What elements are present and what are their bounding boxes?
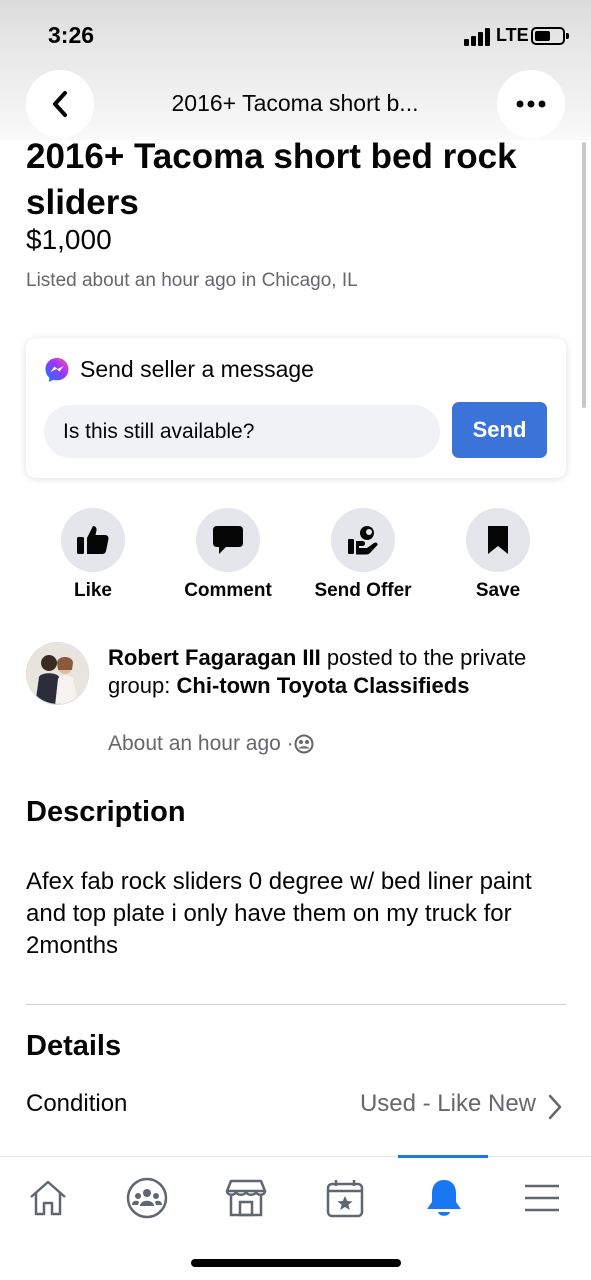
bookmark-icon bbox=[466, 508, 530, 572]
active-tab-indicator bbox=[398, 1155, 488, 1158]
group-name[interactable]: Chi-town Toyota Classifieds bbox=[177, 673, 470, 698]
message-seller-card: Send seller a message Is this still avai… bbox=[26, 338, 566, 478]
offer-icon bbox=[331, 508, 395, 572]
comment-button[interactable]: Comment bbox=[163, 508, 293, 602]
tab-notifications[interactable] bbox=[414, 1173, 474, 1223]
like-button[interactable]: Like bbox=[28, 508, 158, 602]
save-label: Save bbox=[475, 580, 521, 601]
menu-icon bbox=[525, 1184, 559, 1212]
tab-pages[interactable] bbox=[315, 1173, 375, 1223]
send-button[interactable]: Send bbox=[452, 402, 547, 458]
comment-label: Comment bbox=[184, 580, 272, 601]
description-heading: Description bbox=[26, 796, 186, 828]
post-time: About an hour ago · bbox=[108, 732, 314, 756]
message-input[interactable]: Is this still available? bbox=[44, 405, 440, 458]
marketplace-icon bbox=[225, 1179, 267, 1217]
thumbs-up-icon bbox=[61, 508, 125, 572]
seller-avatar[interactable] bbox=[26, 642, 89, 705]
groups-icon bbox=[126, 1177, 168, 1219]
signal-icon bbox=[464, 28, 492, 46]
details-heading: Details bbox=[26, 1030, 122, 1062]
private-group-icon bbox=[294, 734, 314, 754]
condition-label: Condition bbox=[26, 1090, 128, 1117]
top-header: 2016+ Tacoma short b... bbox=[0, 70, 591, 138]
tab-marketplace[interactable] bbox=[216, 1173, 276, 1223]
tab-home[interactable] bbox=[18, 1173, 78, 1223]
tab-groups[interactable] bbox=[117, 1173, 177, 1223]
message-heading: Send seller a message bbox=[44, 356, 314, 383]
author-name[interactable]: Robert Fagaragan III bbox=[108, 645, 321, 670]
home-icon bbox=[30, 1180, 66, 1216]
listing-price: $1,000 bbox=[26, 224, 112, 255]
more-options-button[interactable] bbox=[497, 70, 565, 138]
like-label: Like bbox=[73, 580, 113, 601]
post-info: Robert Fagaragan III posted to the priva… bbox=[26, 642, 566, 762]
action-row: Like Comment Send Offer Save bbox=[0, 508, 591, 608]
network-label: LTE bbox=[496, 25, 529, 45]
send-offer-button[interactable]: Send Offer bbox=[298, 508, 428, 602]
header-title: 2016+ Tacoma short b... bbox=[171, 90, 419, 116]
tab-menu[interactable] bbox=[512, 1173, 572, 1223]
listing-title: 2016+ Tacoma short bed rock sliders bbox=[26, 137, 517, 222]
battery-icon bbox=[531, 27, 569, 45]
status-time: 3:26 bbox=[48, 22, 95, 48]
message-heading-label: Send seller a message bbox=[80, 356, 314, 382]
notifications-icon bbox=[427, 1180, 461, 1216]
status-bar: 3:26 LTE bbox=[0, 0, 591, 70]
home-indicator bbox=[191, 1259, 401, 1267]
condition-row[interactable]: Condition Used - Like New bbox=[26, 1090, 566, 1126]
scrollbar[interactable] bbox=[582, 142, 586, 408]
post-time-label: About an hour ago · bbox=[108, 732, 294, 755]
back-button[interactable] bbox=[26, 70, 94, 138]
more-dots-icon bbox=[516, 100, 546, 108]
post-text: Robert Fagaragan III posted to the priva… bbox=[108, 644, 548, 700]
send-offer-label: Send Offer bbox=[314, 580, 412, 601]
description-text: Afex fab rock sliders 0 degree w/ bed li… bbox=[26, 868, 532, 959]
pages-icon bbox=[326, 1180, 364, 1218]
divider bbox=[26, 1004, 566, 1005]
messenger-icon bbox=[45, 357, 69, 382]
comment-icon bbox=[196, 508, 260, 572]
condition-value: Used - Like New bbox=[359, 1090, 536, 1117]
save-button[interactable]: Save bbox=[433, 508, 563, 602]
chevron-left-icon bbox=[53, 91, 67, 117]
chevron-right-icon bbox=[548, 1094, 562, 1120]
listing-meta: Listed about an hour ago in Chicago, IL bbox=[26, 270, 358, 291]
